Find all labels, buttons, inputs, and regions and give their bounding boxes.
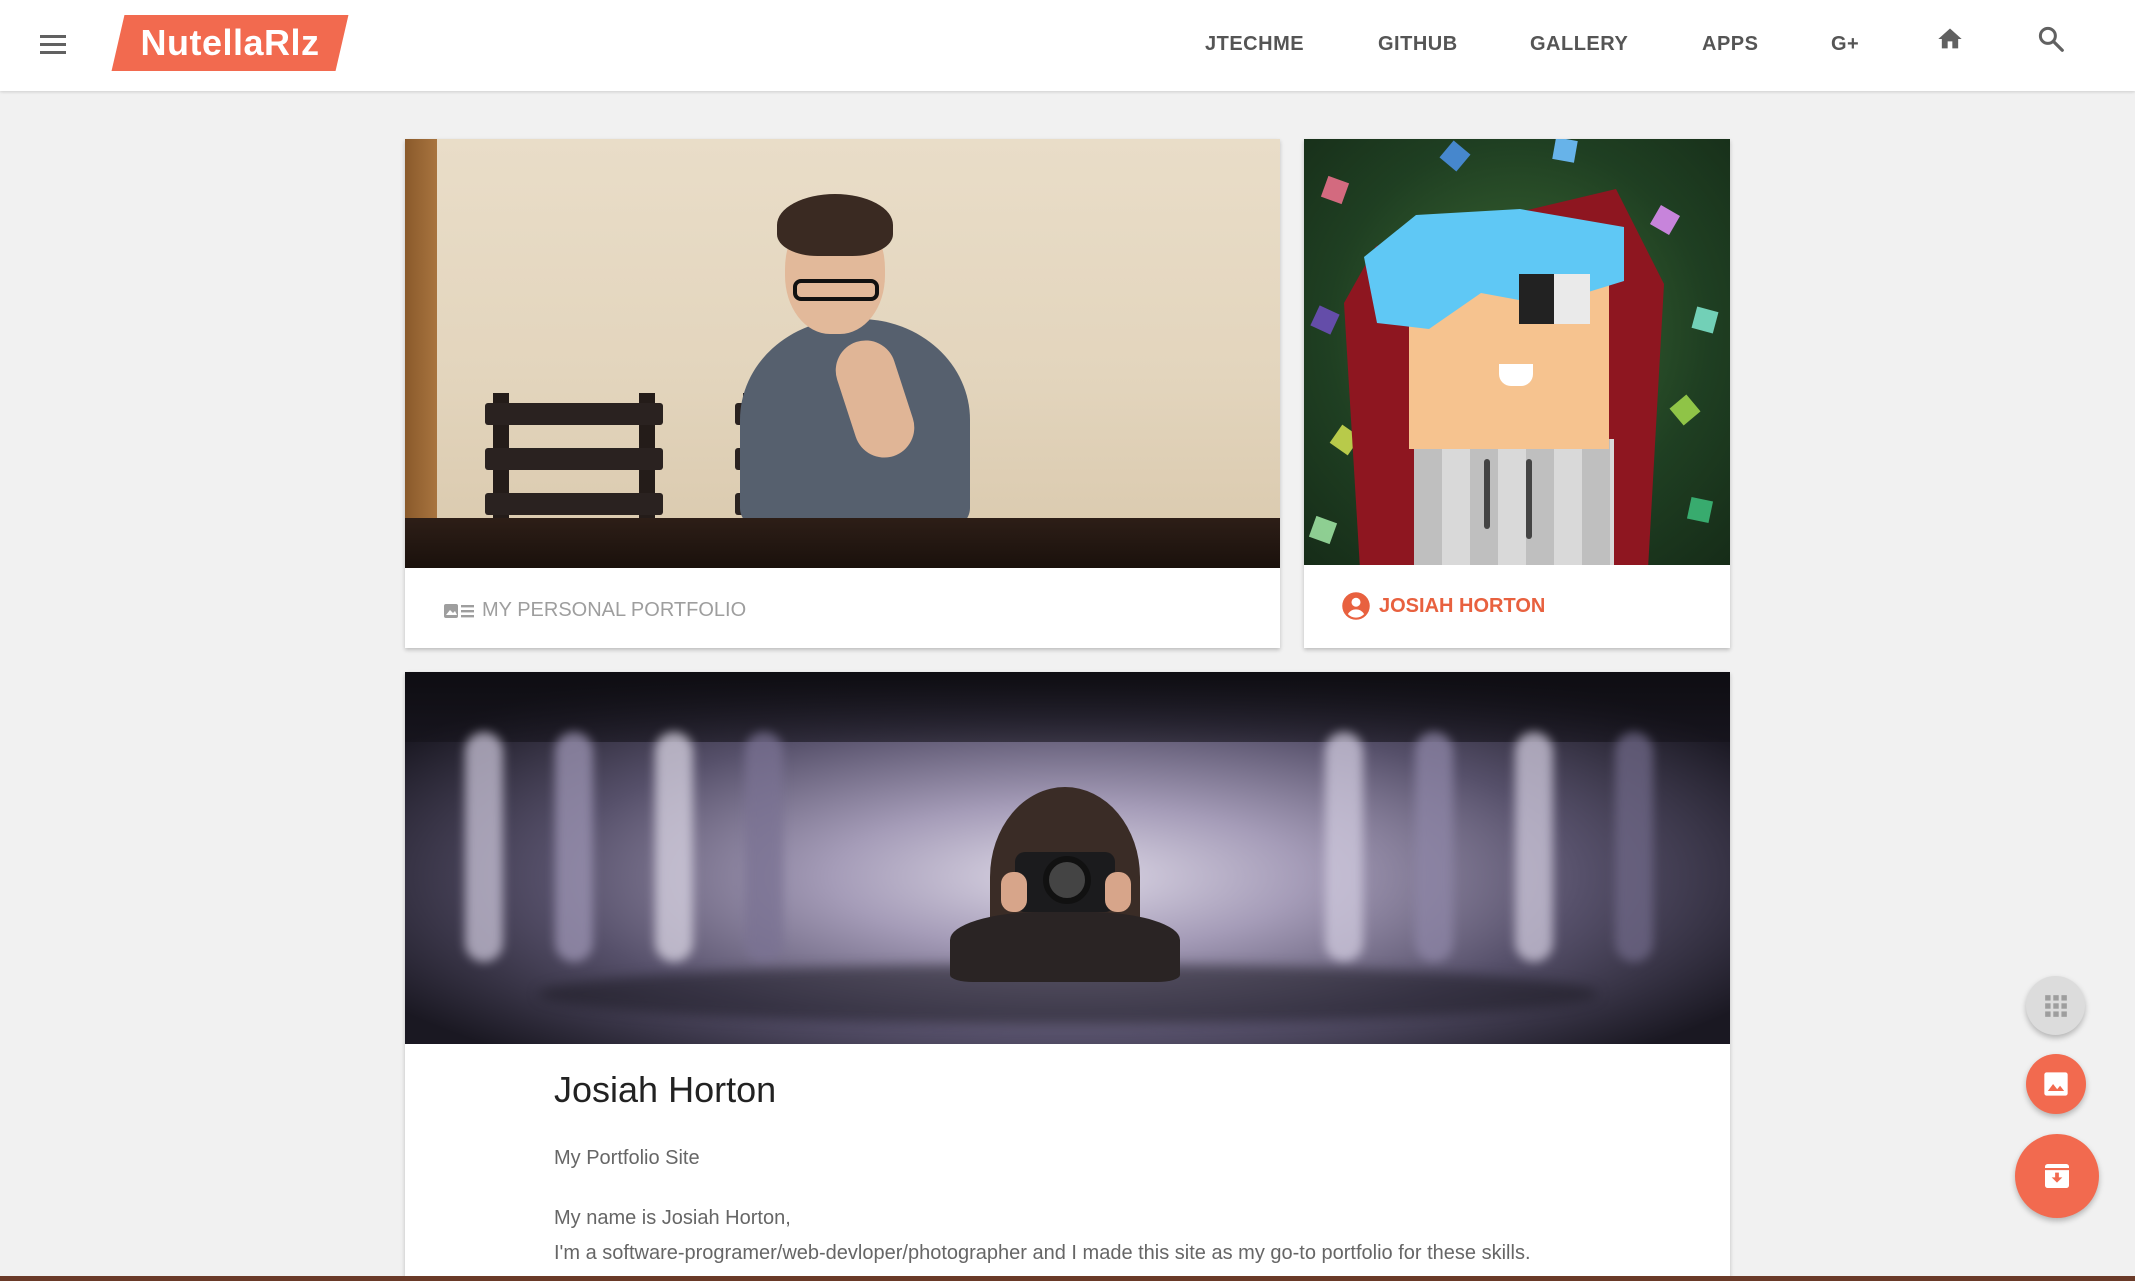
portfolio-label: MY PERSONAL PORTFOLIO — [482, 599, 747, 621]
portfolio-action[interactable]: MY PERSONAL PORTFOLIO — [443, 599, 746, 622]
archive-fab[interactable] — [2015, 1134, 2099, 1218]
home-icon[interactable] — [1929, 18, 1971, 60]
profile-label: JOSIAH HORTON — [1379, 594, 1546, 617]
portfolio-photo — [405, 139, 1280, 568]
nav-jtechme[interactable]: JTECHME — [1205, 33, 1304, 56]
archive-icon — [2045, 1164, 2069, 1188]
nav-github[interactable]: GITHUB — [1378, 33, 1458, 56]
site-logo[interactable]: NutellaRlz — [111, 15, 349, 71]
nav-apps[interactable]: APPS — [1702, 33, 1758, 56]
top-app-bar: NutellaRlz JTECHME GITHUB GALLERY APPS G… — [0, 0, 2135, 91]
page-bottom-edge — [0, 1276, 2135, 1281]
article-title: Josiah Horton — [554, 1069, 777, 1110]
article-line-2: I'm a software-programer/web-devloper/ph… — [554, 1242, 1531, 1264]
menu-icon[interactable] — [36, 28, 72, 60]
article-subtitle: My Portfolio Site — [554, 1147, 700, 1169]
portfolio-card-icon — [444, 603, 474, 618]
article-card: Josiah Horton My Portfolio Site My name … — [405, 672, 1730, 1281]
profile-action[interactable]: JOSIAH HORTON — [1341, 591, 1545, 621]
article-line-1: My name is Josiah Horton, — [554, 1207, 791, 1229]
profile-card[interactable]: JOSIAH HORTON — [1304, 139, 1730, 648]
account-circle-icon — [1342, 592, 1370, 620]
gallery-fab[interactable] — [2026, 1054, 2086, 1114]
avatar-artwork — [1304, 139, 1730, 565]
portfolio-card[interactable]: MY PERSONAL PORTFOLIO — [405, 139, 1280, 648]
apps-fab[interactable] — [2026, 976, 2085, 1035]
nav-google-plus[interactable]: G+ — [1831, 33, 1859, 56]
image-icon — [2044, 1072, 2068, 1096]
logo-text: NutellaRlz — [140, 22, 320, 63]
search-icon[interactable] — [2030, 18, 2072, 60]
banner-photo — [405, 672, 1730, 1044]
nav-gallery[interactable]: GALLERY — [1530, 33, 1628, 56]
apps-grid-icon — [2044, 994, 2067, 1017]
